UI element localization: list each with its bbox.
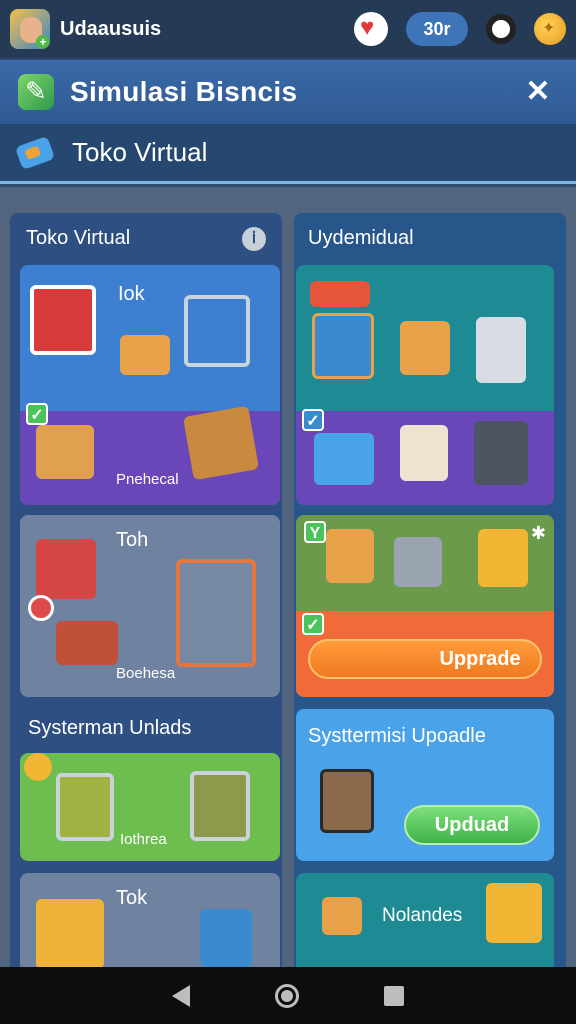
- page-title: Simulasi Bisncis: [70, 76, 298, 107]
- box-icon: [400, 321, 450, 375]
- basket-icon: [176, 559, 256, 667]
- upgrade-card[interactable]: Y ✱ ✓ Upprade: [296, 515, 554, 697]
- recent-apps-icon[interactable]: [383, 985, 404, 1006]
- shop-card-title: Iok: [118, 283, 145, 305]
- gear-icon[interactable]: ✱: [531, 523, 546, 544]
- back-icon[interactable]: [172, 984, 191, 1007]
- pencil-icon: [18, 74, 54, 110]
- grocery-card-label: Boehesa: [116, 665, 176, 682]
- vending-icon: [478, 529, 528, 587]
- upgrade-button-label: Upprade: [439, 647, 521, 670]
- package-icon: [36, 425, 94, 479]
- info-icon[interactable]: ⅰ: [242, 227, 266, 251]
- currency-pill[interactable]: 30r: [406, 12, 468, 46]
- check-icon: ✓: [302, 613, 324, 635]
- top-bar: + Udaausuis 30r: [0, 0, 576, 58]
- badge-icon: [28, 595, 54, 621]
- system-upgrade-card[interactable]: Systtermisi Upoadle Upduad: [296, 709, 554, 861]
- left-panel: Toko Virtual ⅰ Iok ✓ Pnehecal Toh Boehes…: [10, 213, 282, 973]
- cart-icon: [56, 773, 114, 841]
- rocket-icon: [310, 281, 370, 307]
- grocery-card[interactable]: Toh Boehesa: [20, 515, 280, 697]
- landing-card[interactable]: Nolandes: [296, 873, 554, 973]
- upload-button[interactable]: Upduad: [404, 805, 540, 845]
- cart-machine-icon: [394, 537, 442, 587]
- shop-card-label: Pnehecal: [116, 471, 179, 488]
- goods-stack-icon: [56, 621, 118, 665]
- cart-upgrade-card[interactable]: Iothrea: [20, 753, 280, 861]
- camera-icon: [320, 769, 374, 833]
- check-icon: ✓: [26, 403, 48, 425]
- cart-full-icon: [190, 771, 250, 841]
- content-area: Toko Virtual ⅰ Iok ✓ Pnehecal Toh Boehes…: [0, 187, 576, 973]
- pro-badge-icon[interactable]: [486, 14, 516, 44]
- avatar-plus-icon: +: [36, 35, 50, 49]
- box-icon: [326, 529, 374, 583]
- gift-icon: [400, 425, 448, 481]
- home-icon[interactable]: [274, 983, 299, 1008]
- close-button[interactable]: ✕: [518, 72, 558, 112]
- gadget-icon: [314, 433, 374, 485]
- coin-icon: [24, 753, 52, 781]
- grocery-card-title: Toh: [116, 529, 149, 551]
- title-bar: Simulasi Bisncis ✕: [0, 60, 576, 124]
- section-title: Systerman Unlads: [28, 717, 192, 739]
- shop-card[interactable]: Iok ✓ Pnehecal: [20, 265, 280, 505]
- heart-icon[interactable]: [354, 12, 388, 46]
- right-panel: Uydemidual ✓ Y ✱ ✓ Upprade Systtermisi U…: [294, 213, 566, 973]
- produce-stand-icon: [36, 539, 96, 599]
- upgrade-button[interactable]: Upprade: [308, 639, 542, 679]
- avatar[interactable]: +: [10, 9, 50, 49]
- cart-icon: [184, 295, 250, 367]
- store-icon: [30, 285, 96, 355]
- right-panel-title: Uydemidual: [308, 227, 414, 249]
- sub-title: Toko Virtual: [72, 137, 208, 167]
- tag-icon: [14, 135, 56, 170]
- price-tag-icon: [486, 883, 542, 943]
- left-panel-title: Toko Virtual: [26, 227, 131, 249]
- box-card-title: Tok: [116, 887, 148, 909]
- tablet-icon: [182, 405, 260, 481]
- coin-icon[interactable]: [534, 13, 566, 45]
- check-icon: ✓: [302, 409, 324, 431]
- cart-upgrade-label: Iothrea: [120, 831, 167, 848]
- box-icon: [120, 335, 170, 375]
- shop-stall-icon: [312, 313, 374, 379]
- sub-header: Toko Virtual: [0, 124, 576, 184]
- appliance-icon: [476, 317, 526, 383]
- landing-card-title: Nolandes: [382, 905, 463, 926]
- stacked-goods-icon: [200, 909, 252, 967]
- system-upgrade-title: Systtermisi Upoadle: [308, 725, 486, 747]
- box-card[interactable]: Tok: [20, 873, 280, 973]
- system-nav-bar: [0, 967, 576, 1024]
- gift-box-icon: [36, 899, 104, 969]
- corner-check-icon: Y: [304, 521, 326, 543]
- crate-icon: [322, 897, 362, 935]
- machine-icon: [474, 421, 528, 485]
- username: Udaausuis: [60, 17, 162, 40]
- items-card[interactable]: ✓: [296, 265, 554, 505]
